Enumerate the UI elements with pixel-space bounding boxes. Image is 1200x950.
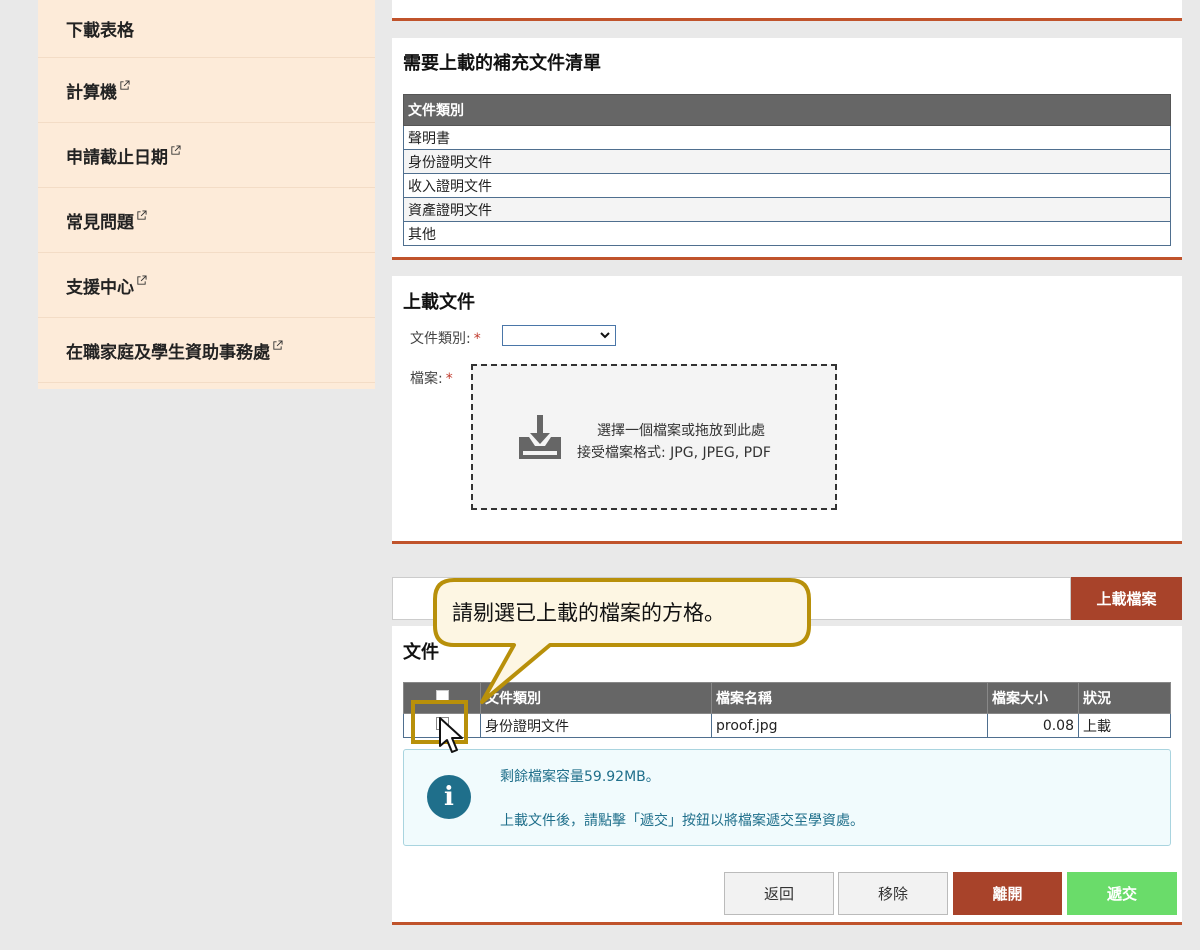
category-label: 文件類別: * — [410, 331, 481, 347]
leave-button[interactable]: 離開 — [953, 872, 1062, 915]
sidebar-item-label: 申請截止日期 — [66, 147, 168, 168]
table-cell: 資產證明文件 — [403, 197, 1171, 222]
table-cell: 其他 — [403, 221, 1171, 246]
sidebar-item-calculator[interactable]: 計算機 — [38, 58, 375, 123]
sidebar-item-wfsfaa[interactable]: 在職家庭及學生資助事務處 — [38, 318, 375, 383]
dropzone-formats: 接受檔案格式: JPG, JPEG, PDF — [577, 445, 771, 461]
file-label: 檔案: * — [410, 371, 453, 387]
checklist-table: 文件類別 聲明書 身份證明文件 收入證明文件 資產證明文件 其他 — [403, 94, 1171, 246]
sidebar-item-label: 在職家庭及學生資助事務處 — [66, 342, 270, 363]
info-submit-instruction: 上載文件後，請點擊「遞交」按鈕以將檔案遞交至學資處。 — [500, 813, 864, 829]
table-row: 身份證明文件 proof.jpg 0.08 上載 — [403, 713, 1171, 738]
sidebar: 下載表格 計算機 申請截止日期 常見問題 支援中心 在職家庭及學生資助事務處 — [38, 0, 375, 389]
sidebar-item-label: 支援中心 — [66, 277, 134, 298]
table-cell: 身份證明文件 — [480, 713, 712, 738]
column-header: 文件類別 — [403, 94, 1171, 126]
back-button[interactable]: 返回 — [724, 872, 834, 915]
sidebar-item-label: 常見問題 — [66, 212, 134, 233]
column-header: 檔案大小 — [987, 682, 1079, 714]
chevron-down-icon — [600, 332, 610, 339]
sidebar-item-deadlines[interactable]: 申請截止日期 — [38, 123, 375, 188]
dropzone-instruction: 選擇一個檔案或拖放到此處 — [597, 423, 765, 439]
info-box: i 剩餘檔案容量59.92MB。 上載文件後，請點擊「遞交」按鈕以將檔案遞交至學… — [403, 749, 1171, 846]
column-header: 狀況 — [1078, 682, 1171, 714]
checklist-panel: 需要上載的補充文件清單 文件類別 聲明書 身份證明文件 收入證明文件 資產證明文… — [392, 38, 1182, 260]
table-cell: 上載 — [1078, 713, 1171, 738]
submit-button[interactable]: 遞交 — [1067, 872, 1177, 915]
external-link-icon — [171, 144, 181, 155]
category-select[interactable] — [502, 325, 616, 346]
sidebar-item-label: 下載表格 — [66, 21, 134, 41]
upload-file-button[interactable]: 上載檔案 — [1071, 577, 1182, 620]
file-dropzone[interactable]: 選擇一個檔案或拖放到此處 接受檔案格式: JPG, JPEG, PDF — [471, 364, 837, 510]
external-link-icon — [120, 79, 130, 90]
download-tray-icon — [519, 415, 561, 459]
sidebar-item-download-forms[interactable]: 下載表格 — [38, 0, 375, 58]
table-cell: proof.jpg — [711, 713, 988, 738]
checklist-title: 需要上載的補充文件清單 — [403, 53, 601, 74]
external-link-icon — [273, 339, 283, 350]
external-link-icon — [137, 209, 147, 220]
remove-button[interactable]: 移除 — [838, 872, 948, 915]
mouse-pointer-icon — [439, 717, 463, 753]
upload-panel: 上載文件 文件類別: * 檔案: * 選擇一個檔案或拖放到此處 接受檔案格式: JP… — [392, 276, 1182, 544]
table-cell: 收入證明文件 — [403, 173, 1171, 198]
sidebar-item-support[interactable]: 支援中心 — [38, 253, 375, 318]
sidebar-item-label: 計算機 — [66, 82, 117, 103]
external-link-icon — [137, 274, 147, 285]
table-cell: 0.08 — [987, 713, 1079, 738]
table-cell: 聲明書 — [403, 125, 1171, 150]
sidebar-item-faq[interactable]: 常見問題 — [38, 188, 375, 253]
callout-text: 請剔選已上載的檔案的方格。 — [452, 601, 725, 625]
table-cell: 身份證明文件 — [403, 149, 1171, 174]
info-remaining-capacity: 剩餘檔案容量59.92MB。 — [500, 769, 660, 785]
info-icon: i — [427, 775, 471, 819]
upload-title: 上載文件 — [403, 292, 475, 313]
top-panel — [392, 0, 1182, 21]
